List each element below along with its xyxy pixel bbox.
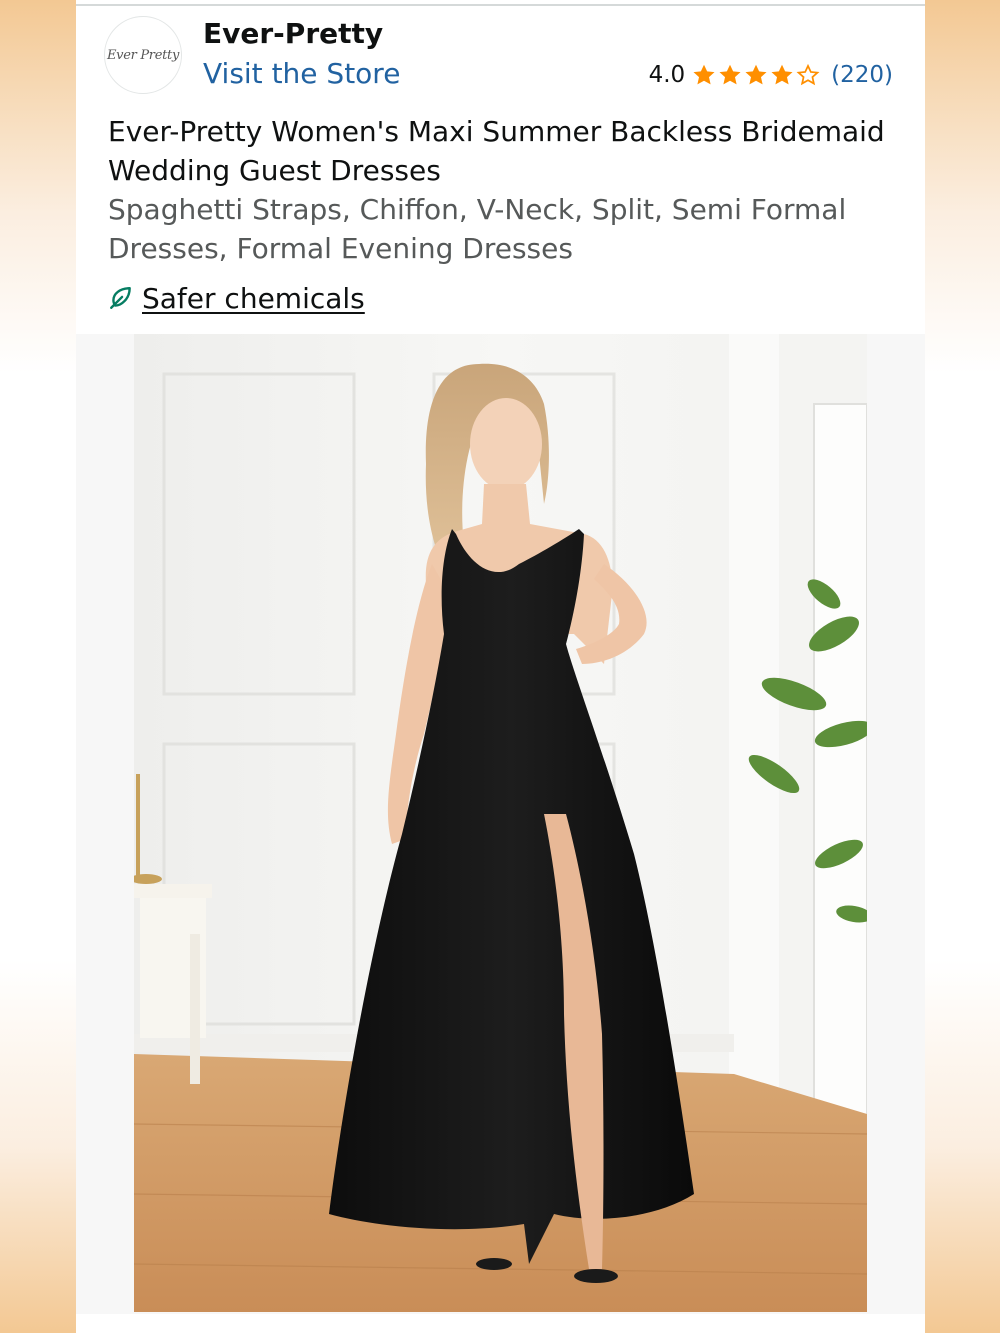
safer-chemicals-badge[interactable]: Safer chemicals — [108, 280, 365, 316]
rating-count-link[interactable]: (220) — [831, 62, 893, 88]
star-icon — [693, 64, 715, 85]
badge-label: Safer chemicals — [142, 281, 365, 315]
star-icon — [719, 64, 741, 85]
divider — [76, 4, 925, 6]
brand-logo-text: Ever Pretty — [106, 47, 180, 63]
star-outline-icon — [796, 63, 820, 86]
bottom-strip — [76, 1314, 925, 1333]
visit-store-link[interactable]: Visit the Store — [203, 55, 400, 93]
star-rating[interactable] — [691, 62, 821, 88]
product-subtitle: Spaghetti Straps, Chiffon, V-Neck, Split… — [108, 193, 847, 265]
product-card: Ever Pretty Ever-Pretty Visit the Store … — [76, 0, 925, 1333]
star-icon — [771, 64, 793, 85]
rating-value: 4.0 — [648, 62, 686, 88]
product-image-gallery[interactable] — [76, 334, 925, 1314]
star-icon — [745, 64, 767, 85]
leaf-icon — [110, 287, 131, 309]
product-title: Ever-Pretty Women's Maxi Summer Backless… — [108, 115, 885, 187]
product-image[interactable] — [134, 334, 867, 1312]
brand-name: Ever-Pretty — [203, 17, 384, 50]
rating-summary[interactable]: 4.0 (220) — [649, 58, 893, 92]
brand-logo[interactable]: Ever Pretty — [104, 16, 182, 94]
